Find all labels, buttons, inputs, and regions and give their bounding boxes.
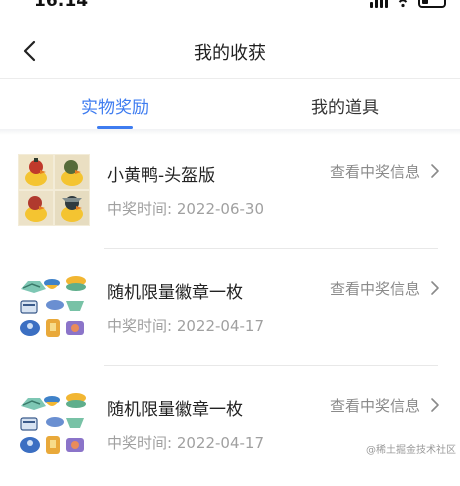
wifi-icon: [398, 0, 408, 8]
status-icons: [370, 0, 446, 8]
page-title: 我的收获: [194, 43, 266, 64]
view-prize-info-link[interactable]: 查看中奖信息: [330, 278, 420, 299]
prize-list-item[interactable]: 小黄鸭-头盔版 中奖时间: 2022-06-30 查看中奖信息: [0, 152, 460, 252]
tab-physical-rewards[interactable]: 实物奖励: [0, 93, 230, 118]
prize-list-item[interactable]: 随机限量徽章一枚 中奖时间: 2022-04-17 查看中奖信息: [0, 269, 460, 369]
prize-date: 中奖时间: 2022-04-17: [107, 434, 264, 452]
prize-name: 小黄鸭-头盔版: [107, 166, 216, 186]
prize-name: 随机限量徽章一枚: [107, 400, 243, 420]
badge-set-image: [18, 271, 90, 343]
navigation-bar: 我的收获: [0, 24, 460, 79]
tab-my-items[interactable]: 我的道具: [230, 93, 460, 118]
view-prize-info-link[interactable]: 查看中奖信息: [330, 395, 420, 416]
tab-bar: 实物奖励 我的道具: [0, 79, 460, 131]
watermark: @稀土掘金技术社区: [366, 445, 456, 456]
prize-date: 中奖时间: 2022-04-17: [107, 317, 264, 335]
chevron-right-icon: [431, 398, 439, 412]
signal-icon: [370, 0, 388, 8]
status-time: 16:14: [34, 0, 89, 11]
chevron-right-icon: [431, 281, 439, 295]
chevron-right-icon: [431, 164, 439, 178]
badge-set-image: [18, 388, 90, 460]
yellow-duck-helmet-image: [18, 154, 90, 226]
battery-icon: [418, 0, 446, 8]
view-prize-info-link[interactable]: 查看中奖信息: [330, 161, 420, 182]
divider: [104, 248, 438, 249]
prize-list-item[interactable]: 随机限量徽章一枚 中奖时间: 2022-04-17 查看中奖信息: [0, 386, 460, 486]
prize-date: 中奖时间: 2022-06-30: [107, 200, 264, 218]
status-bar: 16:14: [0, 0, 460, 12]
prize-name: 随机限量徽章一枚: [107, 283, 243, 303]
divider: [104, 365, 438, 366]
tabs-shadow: [0, 129, 460, 135]
